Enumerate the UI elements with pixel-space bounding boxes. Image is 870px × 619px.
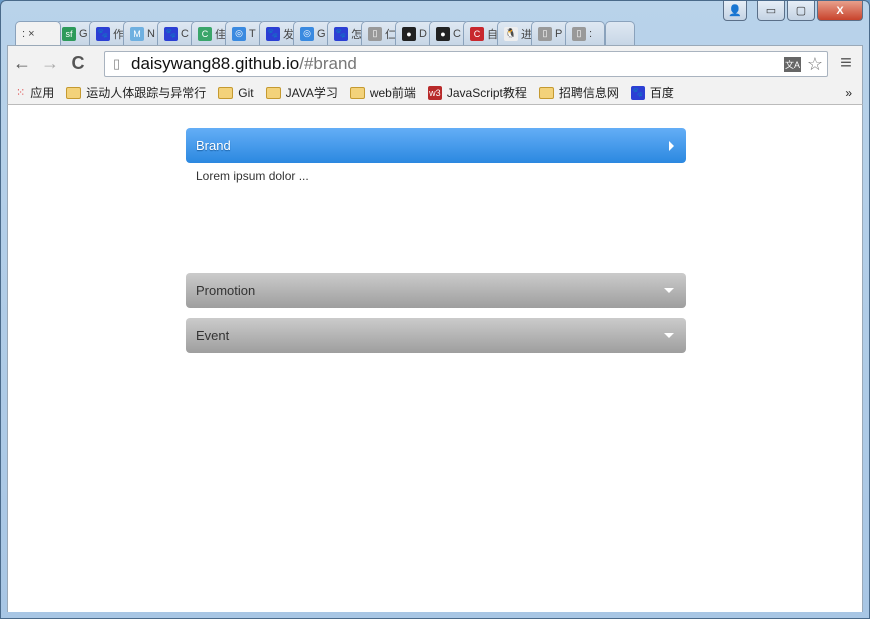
tab-favicon-icon: ● xyxy=(436,26,450,41)
browser-toolbar: ← → C ▯ daisywang88.github.io/#brand 文A … xyxy=(7,45,863,81)
folder-icon xyxy=(538,86,554,99)
caret-right-icon xyxy=(669,140,674,151)
tab-title: C xyxy=(453,27,461,40)
tab-favicon-icon: ◎ xyxy=(232,26,246,41)
folder-icon xyxy=(218,86,234,99)
bookmark-label: 应用 xyxy=(30,86,55,100)
bookmark-item[interactable]: 🐾 百度 xyxy=(630,84,674,101)
tab-title: C xyxy=(181,27,189,40)
baidu-icon: 🐾 xyxy=(630,85,645,100)
tab-favicon-icon: 🐧 xyxy=(504,26,518,41)
tab-favicon-icon: C xyxy=(198,26,212,41)
tab-strip: : × sf G 🐾 作 M N 🐾 C C 佳 ◎ T 🐾 发 ◎ G 🐾 怎 ▯ 仁 ● D ● C C 自 🐧 进 ▯ P ▯: xyxy=(15,21,635,45)
tab[interactable]: : × xyxy=(15,21,61,45)
url-host: daisywang88.github.io xyxy=(131,54,300,73)
accordion-header[interactable]: Brand xyxy=(186,128,686,163)
accordion-panel-brand: Brand Lorem ipsum dolor ... xyxy=(186,128,686,189)
bookmark-label: 百度 xyxy=(649,86,674,100)
tab-favicon-icon: 🐾 xyxy=(334,26,348,41)
accordion-header[interactable]: Event xyxy=(186,318,686,353)
new-tab-button[interactable] xyxy=(605,21,635,45)
accordion-header[interactable]: Promotion xyxy=(186,273,686,308)
tab-favicon-icon: ◎ xyxy=(300,26,314,41)
browser-window: 👤 ▭ ▢ X : × sf G 🐾 作 M N 🐾 C C 佳 ◎ T 🐾 发 ◎ G 🐾 怎 ▯ 仁 ● D ● C C 自 🐧 进… xyxy=(0,0,870,619)
page-icon: ▯ xyxy=(113,56,121,71)
bookmark-item[interactable]: 运动人体跟踪与异常行 xyxy=(66,84,206,101)
address-bar[interactable]: ▯ daisywang88.github.io/#brand 文A ☆ xyxy=(104,51,828,77)
bookmark-item[interactable]: Git xyxy=(218,85,254,100)
accordion-panel-promotion: Promotion xyxy=(186,273,686,308)
accordion-panel-event: Event xyxy=(186,318,686,353)
translate-icon[interactable]: 文A xyxy=(783,56,801,72)
window-controls: 👤 ▭ ▢ X xyxy=(723,1,863,21)
tab-title: : xyxy=(589,27,593,40)
tab-title: N xyxy=(147,27,155,40)
bookmark-label: 运动人体跟踪与异常行 xyxy=(86,86,207,100)
tab-favicon-icon: ● xyxy=(402,26,416,41)
bookmark-item[interactable]: JAVA学习 xyxy=(265,84,338,101)
bookmark-label: JavaScript教程 xyxy=(446,86,527,100)
bookmark-item[interactable]: web前端 xyxy=(349,84,416,101)
tab-favicon-icon: sf xyxy=(62,26,76,41)
url-path: /#brand xyxy=(299,54,357,73)
menu-button[interactable]: ≡ xyxy=(832,52,860,75)
bookmark-label: Git xyxy=(238,85,254,100)
back-button[interactable]: ← xyxy=(8,53,36,74)
caret-down-icon xyxy=(664,288,674,293)
bookmarks-overflow-button[interactable]: » xyxy=(845,86,852,100)
folder-icon xyxy=(349,86,365,99)
tab-title: D xyxy=(419,27,427,40)
bookmark-item[interactable]: w3 JavaScript教程 xyxy=(427,84,527,101)
tab-favicon-icon: 🐾 xyxy=(96,26,110,41)
accordion-title: Promotion xyxy=(196,283,256,298)
bookmark-label: JAVA学习 xyxy=(285,86,338,100)
folder-icon xyxy=(265,86,281,99)
tab-favicon-icon: 🐾 xyxy=(164,26,178,41)
profile-button[interactable]: 👤 xyxy=(723,1,747,21)
bookmark-label: web前端 xyxy=(369,86,416,100)
close-window-button[interactable]: X xyxy=(817,1,863,21)
star-icon[interactable]: ☆ xyxy=(807,54,823,75)
bookmark-label: 招聘信息网 xyxy=(558,86,619,100)
apps-grid-icon: ⁙ xyxy=(16,87,26,99)
bookmarks-bar: ⁙ 应用 运动人体跟踪与异常行 Git JAVA学习 web前端 w3 JavaScript… xyxy=(7,81,863,105)
reload-button[interactable]: C xyxy=(64,53,92,74)
tab-title: G xyxy=(79,27,88,40)
accordion-title: Brand xyxy=(196,138,231,153)
tab-favicon-icon: ▯ xyxy=(538,26,552,41)
tab[interactable]: ▯: xyxy=(565,21,605,45)
tab-favicon-icon: C xyxy=(470,26,484,41)
bookmark-apps[interactable]: ⁙ 应用 xyxy=(16,84,54,101)
bookmark-item[interactable]: 招聘信息网 xyxy=(538,84,619,101)
tab-favicon-icon: ▯ xyxy=(368,26,382,41)
minimize-button[interactable]: ▭ xyxy=(757,1,785,21)
tab-title: P xyxy=(555,27,563,40)
page-content: Brand Lorem ipsum dolor ... Promotion Event xyxy=(7,105,863,612)
maximize-button[interactable]: ▢ xyxy=(787,1,815,21)
tab-favicon-icon: M xyxy=(130,26,144,41)
tab-favicon-icon: ▯ xyxy=(572,26,586,41)
caret-down-icon xyxy=(664,333,674,338)
tab-favicon-icon: 🐾 xyxy=(266,26,280,41)
tab-title: : × xyxy=(22,27,35,40)
forward-button[interactable]: → xyxy=(36,53,64,74)
tab-title: G xyxy=(317,27,326,40)
accordion-title: Event xyxy=(196,328,230,343)
tab-title: T xyxy=(249,27,256,40)
w3school-icon: w3 xyxy=(427,85,442,100)
accordion-content: Lorem ipsum dolor ... xyxy=(196,169,309,183)
folder-icon xyxy=(66,86,82,99)
